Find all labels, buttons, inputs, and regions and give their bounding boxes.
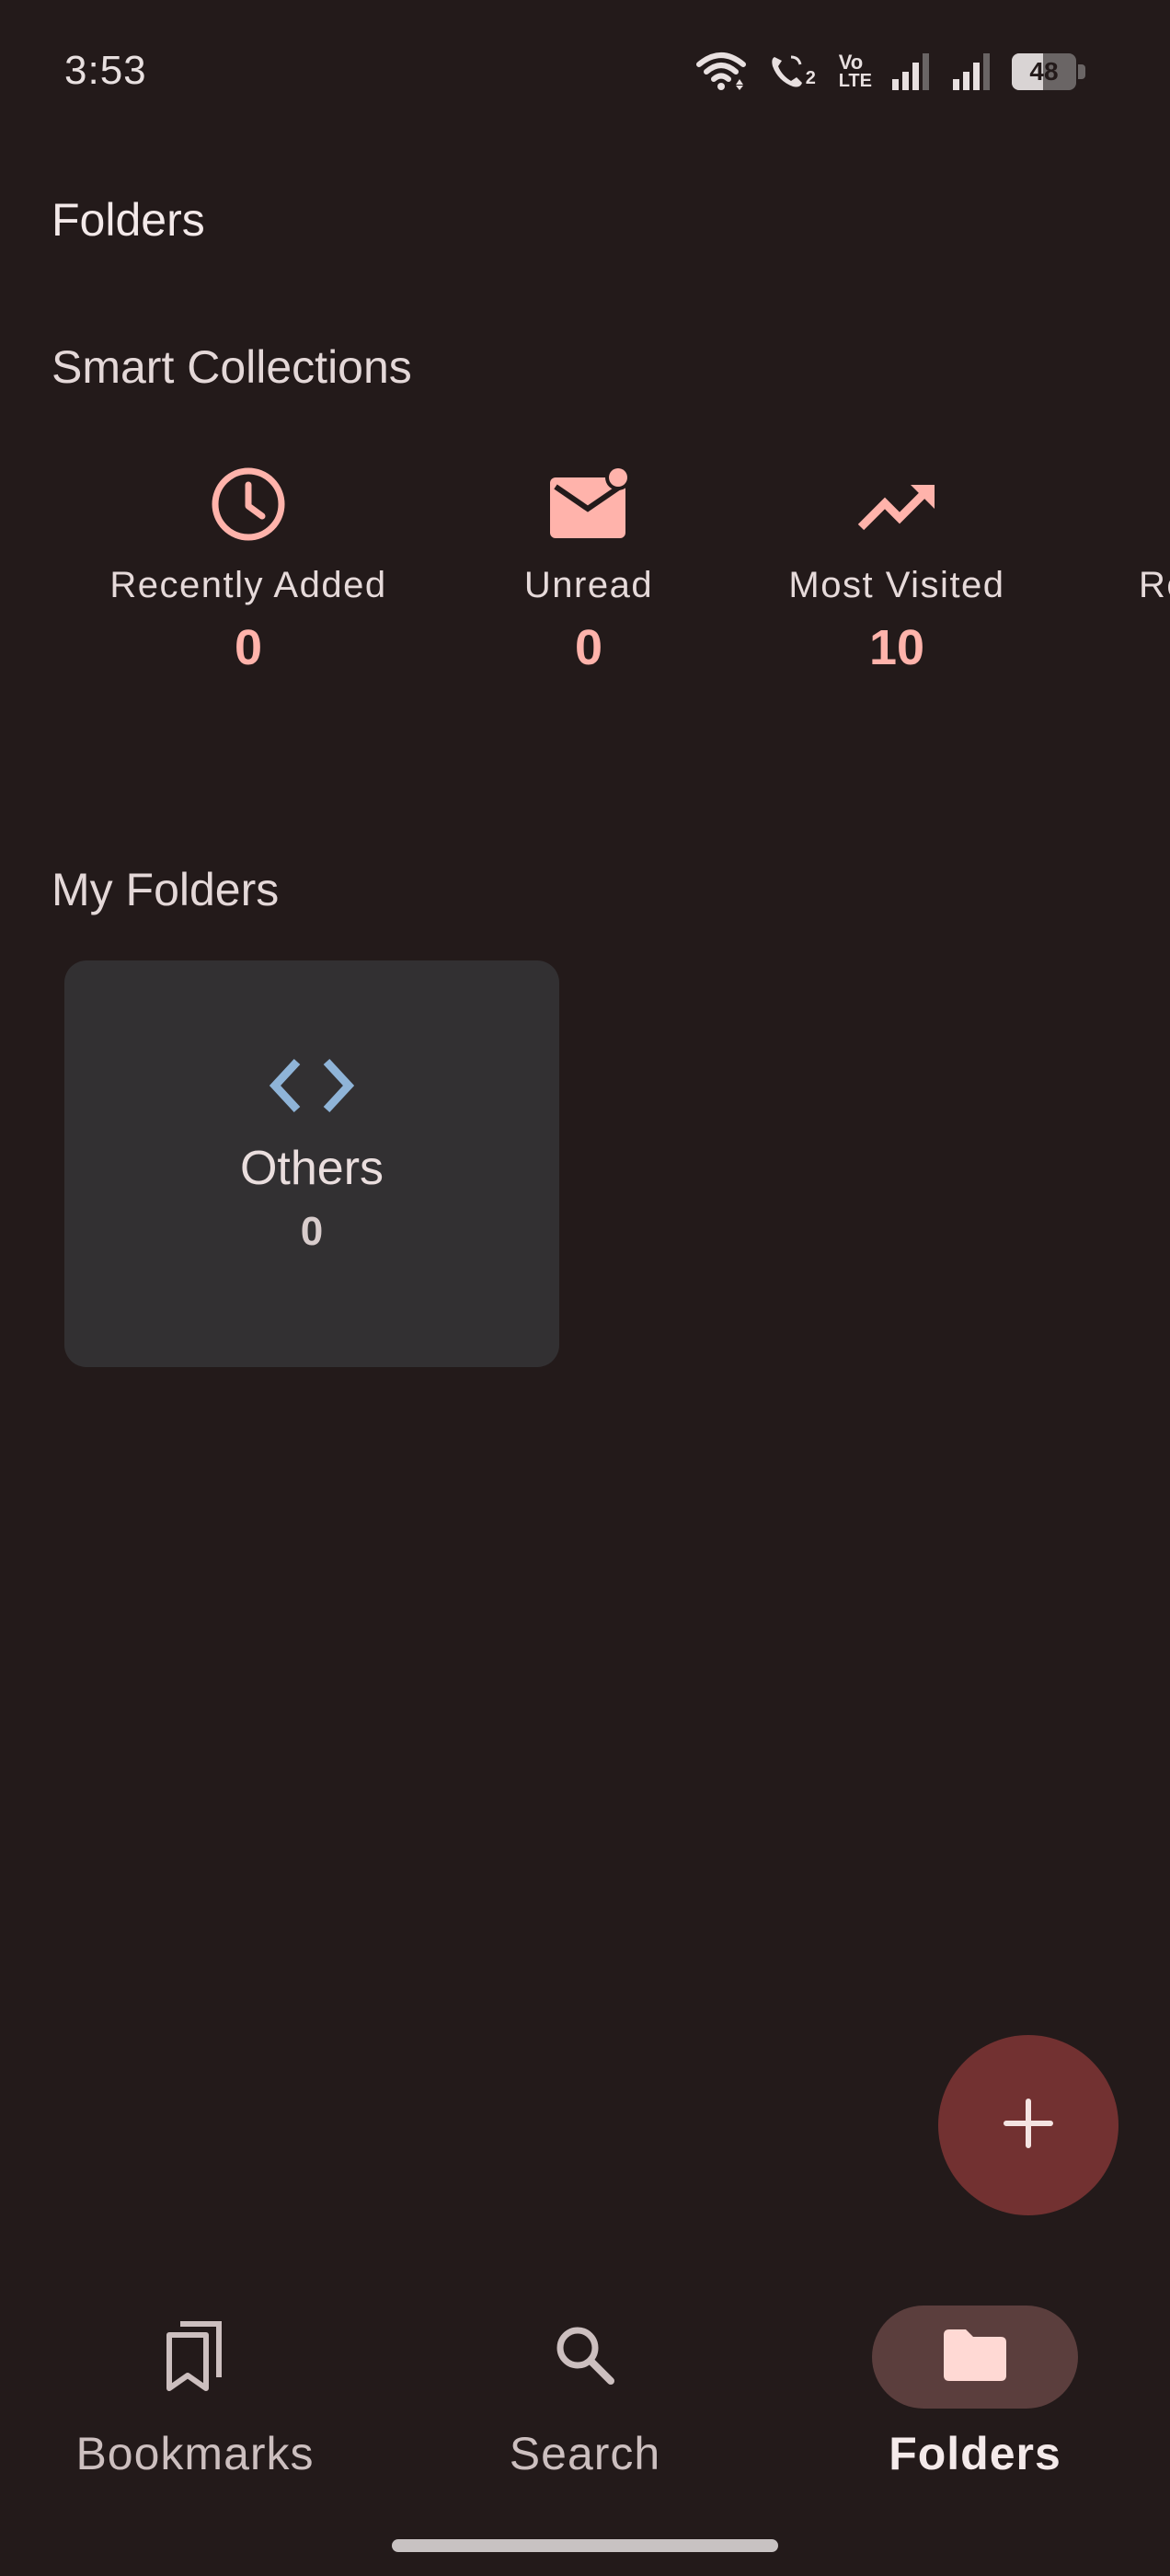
collection-recently-added[interactable]: Recently Added 0 [83,460,414,676]
collection-count: 10 [868,620,925,675]
wifi-calling-icon: 2 [767,52,820,92]
volte-bottom-text: LTE [838,71,872,91]
collection-partial[interactable]: Re [971,460,1170,606]
folder-icon [940,2326,1010,2389]
nav-pill [482,2306,688,2409]
status-bar: 3:53 2 Vo LTE 48 [0,0,1170,147]
folders-screen: 3:53 2 Vo LTE 48 Folders Smart Collectio… [0,0,1170,2576]
battery-tip [1078,64,1085,79]
signal-icon [890,52,933,92]
nav-pill [92,2306,298,2409]
my-folders-title: My Folders [52,864,280,915]
add-folder-button[interactable] [938,2035,1118,2215]
collection-label: Unread [523,565,654,605]
smart-collections-row[interactable]: Recently Added 0 Unread 0 Most Visited 1… [0,460,1170,718]
clock-icon [204,460,292,548]
nav-item-folders[interactable]: Folders [780,2282,1170,2480]
folder-count: 0 [300,1209,324,1254]
status-icons: 2 Vo LTE 48 [694,52,1085,92]
nav-label: Bookmarks [75,2428,315,2479]
nav-item-bookmarks[interactable]: Bookmarks [0,2282,390,2480]
nav-pill-active [872,2306,1078,2409]
bookmarks-icon [158,2317,232,2398]
status-time: 3:53 [64,48,147,93]
home-indicator[interactable] [392,2539,778,2552]
wifi-icon [694,52,749,92]
volte-icon: Vo LTE [838,51,872,91]
collection-label: Recently Added [109,565,387,605]
nav-label: Folders [889,2428,1061,2479]
collection-count: 0 [574,620,603,675]
volte-top-text: Vo [838,51,864,74]
page-title: Folders [52,194,205,246]
bottom-navigation: Bookmarks Search Folders [0,2282,1170,2493]
trending-up-icon [853,460,941,548]
battery-body: 48 [1012,53,1076,90]
nav-item-search[interactable]: Search [390,2282,780,2480]
battery-icon: 48 [1012,53,1085,90]
collection-label: Re [1139,565,1170,605]
code-icon [261,1049,362,1122]
collection-unread[interactable]: Unread 0 [423,460,754,676]
call-badge: 2 [805,68,816,88]
folder-card-others[interactable]: Others 0 [64,960,559,1367]
plus-icon [1001,2096,1056,2156]
battery-level: 48 [1029,57,1059,86]
collection-count: 0 [234,620,263,675]
mail-unread-icon [545,460,633,548]
search-icon [552,2322,618,2393]
smart-collections-title: Smart Collections [52,341,412,393]
folder-name: Others [239,1142,384,1195]
nav-label: Search [509,2428,661,2479]
signal-icon [951,52,993,92]
